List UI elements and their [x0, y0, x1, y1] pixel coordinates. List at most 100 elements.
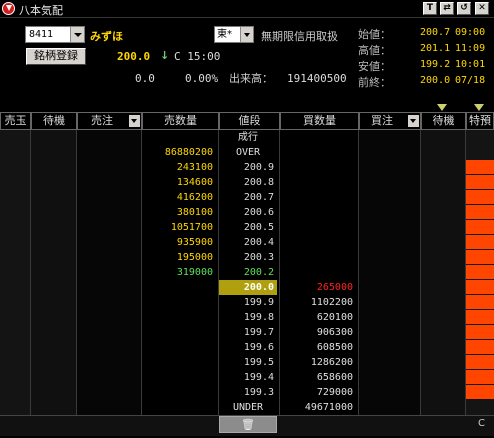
- market-order-row[interactable]: 成行: [0, 130, 494, 145]
- col-label: 買数量: [303, 114, 336, 127]
- volume-label: 出来高：: [229, 72, 273, 85]
- ohlc-time: 07/18: [455, 75, 486, 86]
- chevron-down-icon[interactable]: [240, 27, 253, 42]
- ask-row[interactable]: 319000 200.2: [0, 265, 494, 280]
- ask-row[interactable]: 1051700 200.5: [0, 220, 494, 235]
- special-reserve-cell[interactable]: [466, 160, 494, 175]
- special-reserve-cell[interactable]: [466, 190, 494, 205]
- close-button[interactable]: ✕: [475, 2, 489, 15]
- special-reserve-cell[interactable]: [466, 175, 494, 190]
- credit-label: 無期限信用取扱: [261, 30, 338, 43]
- ohlc-label: 高値：: [358, 44, 391, 57]
- swap-button[interactable]: ⇄: [440, 2, 454, 15]
- col-label: 待機: [43, 114, 65, 127]
- quote-header: 8411 みずほ 東* 無期限信用取扱 銘柄登録 200.0 ↓ C 15:00…: [0, 18, 494, 104]
- col-buy-order[interactable]: 買注: [359, 112, 421, 130]
- ask-qty: 935900: [176, 237, 213, 248]
- bid-row[interactable]: 199.9 1102200: [0, 295, 494, 310]
- special-reserve-cell[interactable]: [466, 385, 494, 400]
- special-reserve-cell[interactable]: [466, 325, 494, 340]
- ask-qty: 416200: [176, 192, 213, 203]
- ask-row[interactable]: 935900 200.4: [0, 235, 494, 250]
- special-reserve-cell[interactable]: [466, 340, 494, 355]
- special-reserve-cell[interactable]: [466, 310, 494, 325]
- ask-row[interactable]: 243100 200.9: [0, 160, 494, 175]
- ask-row[interactable]: 134600 200.8: [0, 175, 494, 190]
- title-bar: 八本気配 T ⇄ ↺ ✕: [0, 0, 494, 18]
- bid-qty: 729000: [316, 387, 353, 398]
- over-label: OVER: [235, 147, 261, 158]
- bid-row[interactable]: 199.8 620100: [0, 310, 494, 325]
- topmost-button[interactable]: T: [423, 2, 437, 15]
- ohlc-value: 199.2: [420, 59, 451, 70]
- bid-row[interactable]: 199.4 658600: [0, 370, 494, 385]
- bid-qty: 608500: [316, 342, 353, 353]
- col-price[interactable]: 値段: [219, 112, 280, 130]
- special-reserve-cell[interactable]: [466, 220, 494, 235]
- special-reserve-cell[interactable]: [466, 295, 494, 310]
- ask-row[interactable]: 195000 200.3: [0, 250, 494, 265]
- window-title: 八本気配: [19, 4, 63, 17]
- ask-qty: 319000: [176, 267, 213, 278]
- ask-qty: 243100: [176, 162, 213, 173]
- ask-row[interactable]: 416200 200.7: [0, 190, 494, 205]
- chevron-down-icon[interactable]: [70, 27, 84, 42]
- col-sell-wait[interactable]: 待機: [31, 112, 77, 130]
- ohlc-time: 11:09: [455, 43, 486, 54]
- col-sell-qty[interactable]: 売数量: [142, 112, 219, 130]
- special-reserve-cell[interactable]: [466, 235, 494, 250]
- ask-price: 200.6: [243, 207, 274, 218]
- stock-code-value: 8411: [29, 29, 54, 40]
- bid-qty: 658600: [316, 372, 353, 383]
- col-sell-position[interactable]: 売玉: [0, 112, 31, 130]
- special-reserve-cell[interactable]: [466, 205, 494, 220]
- bid-price: 199.6: [243, 342, 274, 353]
- marker-triangle-icon: [474, 104, 484, 111]
- bid-row[interactable]: 199.7 906300: [0, 325, 494, 340]
- market-select[interactable]: 東*: [214, 26, 254, 43]
- stock-name: みずほ: [90, 30, 123, 43]
- price-time-value: 15:00: [187, 50, 221, 63]
- ohlc-high: 高値： 201.1 11:09: [358, 42, 494, 58]
- col-buy-wait[interactable]: 待機: [421, 112, 466, 130]
- chevron-down-icon[interactable]: [408, 115, 419, 127]
- trash-icon[interactable]: 🗑: [219, 416, 277, 433]
- ohlc-open: 始値： 200.7 09:00: [358, 26, 494, 42]
- col-label: 売玉: [4, 114, 27, 127]
- refresh-button[interactable]: ↺: [457, 2, 471, 15]
- col-buy-qty[interactable]: 買数量: [280, 112, 359, 130]
- special-reserve-cell[interactable]: [466, 355, 494, 370]
- col-label: 売数量: [164, 114, 197, 127]
- stock-code-select[interactable]: 8411: [25, 26, 85, 43]
- bid-row[interactable]: 199.6 608500: [0, 340, 494, 355]
- under-row[interactable]: UNDER 49671000: [0, 400, 494, 415]
- bid-row[interactable]: 199.3 729000: [0, 385, 494, 400]
- special-reserve-cell[interactable]: [466, 265, 494, 280]
- bid-row[interactable]: 200.0 265000: [0, 280, 494, 295]
- special-reserve-cell[interactable]: [466, 370, 494, 385]
- ask-row[interactable]: 380100 200.6: [0, 205, 494, 220]
- ask-price: 200.3: [243, 252, 274, 263]
- special-reserve-cell[interactable]: [466, 280, 494, 295]
- col-label: 特預: [469, 114, 491, 127]
- col-label: 売注: [91, 114, 113, 127]
- ask-qty: 134600: [176, 177, 213, 188]
- col-special[interactable]: 特預: [466, 112, 494, 130]
- register-stock-button[interactable]: 銘柄登録: [26, 48, 86, 65]
- over-row[interactable]: 86880200 OVER: [0, 145, 494, 160]
- under-qty: 49671000: [304, 402, 353, 413]
- ask-qty: 195000: [176, 252, 213, 263]
- current-bid-price: 200.0: [219, 280, 277, 295]
- app-logo-icon: [2, 2, 15, 15]
- bid-qty: 265000: [316, 282, 353, 293]
- bid-row[interactable]: 199.5 1286200: [0, 355, 494, 370]
- bid-qty: 1102200: [310, 297, 353, 308]
- special-reserve-cell[interactable]: [466, 250, 494, 265]
- ask-qty: 1051700: [170, 222, 213, 233]
- price-flag: C: [174, 50, 181, 63]
- bid-price: 199.3: [243, 387, 274, 398]
- ask-qty: 380100: [176, 207, 213, 218]
- col-sell-order[interactable]: 売注: [77, 112, 142, 130]
- chevron-down-icon[interactable]: [129, 115, 140, 127]
- ohlc-label: 安値：: [358, 60, 391, 73]
